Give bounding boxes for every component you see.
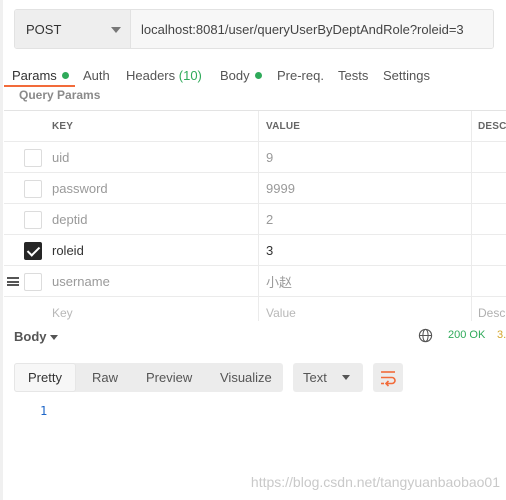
status-code: 200 OK (448, 329, 486, 341)
tab-tests-label: Tests (338, 68, 369, 83)
column-divider (258, 235, 259, 265)
param-key[interactable]: password (52, 173, 108, 204)
column-divider (258, 111, 259, 141)
header-desc: DESCR (478, 121, 506, 132)
method-label: POST (26, 21, 62, 37)
format-label: Text (303, 370, 327, 385)
chevron-down-icon (111, 27, 121, 33)
method-select[interactable]: POST (15, 10, 131, 48)
status-dot-icon (61, 72, 69, 79)
tab-tests[interactable]: Tests (338, 68, 368, 83)
section-title: Query Params (19, 88, 101, 102)
row-checkbox[interactable] (24, 180, 42, 198)
wrap-lines-icon (381, 371, 396, 387)
table-row: deptid 2 (4, 204, 506, 235)
table-row: uid 9 (4, 142, 506, 173)
row-checkbox[interactable] (24, 149, 42, 167)
response-body-label[interactable]: Body (14, 329, 47, 344)
tab-headers[interactable]: Headers (10) (126, 68, 202, 83)
status-dot-icon (254, 72, 262, 79)
tab-prereq[interactable]: Pre-req. (277, 68, 324, 83)
new-key-input[interactable]: Key (52, 297, 73, 328)
column-divider (471, 235, 472, 265)
param-key[interactable]: deptid (52, 204, 87, 235)
column-divider (258, 204, 259, 234)
param-key[interactable]: uid (52, 142, 69, 173)
column-divider (258, 297, 259, 321)
tab-auth[interactable]: Auth (83, 68, 110, 83)
url-input[interactable]: localhost:8081/user/queryUserByDeptAndRo… (131, 10, 493, 48)
new-value-input[interactable]: Value (266, 297, 296, 328)
param-value[interactable]: 9 (266, 142, 273, 173)
header-key: KEY (52, 121, 74, 132)
column-divider (471, 266, 472, 296)
table-row: roleid 3 (4, 235, 506, 266)
table-header-row: KEY VALUE DESCR (4, 111, 506, 142)
param-key[interactable]: username (52, 266, 110, 297)
row-checkbox[interactable] (24, 211, 42, 229)
column-divider (471, 297, 472, 321)
drag-handle-icon[interactable] (7, 277, 19, 286)
column-divider (471, 173, 472, 203)
table-row: username 小赵 (4, 266, 506, 297)
tab-headers-label: Headers (126, 68, 176, 83)
param-value[interactable]: 3 (266, 235, 273, 266)
column-divider (471, 111, 472, 141)
tab-headers-count: (10) (178, 68, 202, 83)
column-divider (258, 142, 259, 172)
param-value[interactable]: 9999 (266, 173, 295, 204)
tab-body[interactable]: Body (220, 68, 262, 83)
view-tab-preview[interactable]: Preview (146, 363, 192, 392)
tab-params-label: Params (12, 68, 57, 83)
table-row-new: Key Value Desc (4, 297, 506, 321)
response-view-tabs: Pretty Raw Preview Visualize (14, 363, 283, 392)
view-tab-visualize[interactable]: Visualize (220, 363, 272, 392)
row-checkbox[interactable] (24, 273, 42, 291)
column-divider (258, 173, 259, 203)
tab-settings-label: Settings (383, 68, 430, 83)
request-bar: POST localhost:8081/user/queryUserByDept… (14, 9, 494, 49)
column-divider (471, 142, 472, 172)
wrap-lines-button[interactable] (373, 363, 403, 392)
params-table: KEY VALUE DESCR uid 9 password 9999 dept… (4, 110, 506, 321)
line-number: 1 (40, 404, 48, 418)
response-time: 3. (497, 329, 506, 341)
chevron-down-icon (342, 375, 350, 380)
param-value[interactable]: 小赵 (266, 266, 292, 297)
tab-prereq-label: Pre-req. (277, 68, 324, 83)
request-tabs: Params Auth Headers (10) Body Pre-req. T… (0, 64, 506, 88)
tab-auth-label: Auth (83, 68, 110, 83)
param-key[interactable]: roleid (52, 235, 84, 266)
watermark: https://blog.csdn.net/tangyuanbaobao01 (250, 474, 500, 490)
tab-params[interactable]: Params (12, 68, 69, 83)
tab-body-label: Body (220, 68, 250, 83)
chevron-down-icon[interactable] (50, 335, 58, 340)
globe-icon[interactable] (418, 328, 433, 343)
param-value[interactable]: 2 (266, 204, 273, 235)
view-tab-raw[interactable]: Raw (92, 363, 118, 392)
header-value: VALUE (266, 121, 301, 132)
row-checkbox-checked[interactable] (24, 242, 42, 260)
new-desc-input[interactable]: Desc (478, 297, 505, 328)
view-tab-pretty[interactable]: Pretty (14, 363, 76, 392)
active-tab-indicator (4, 85, 75, 87)
format-select[interactable]: Text (293, 363, 363, 392)
table-row: password 9999 (4, 173, 506, 204)
tab-settings[interactable]: Settings (383, 68, 430, 83)
column-divider (471, 204, 472, 234)
column-divider (258, 266, 259, 296)
